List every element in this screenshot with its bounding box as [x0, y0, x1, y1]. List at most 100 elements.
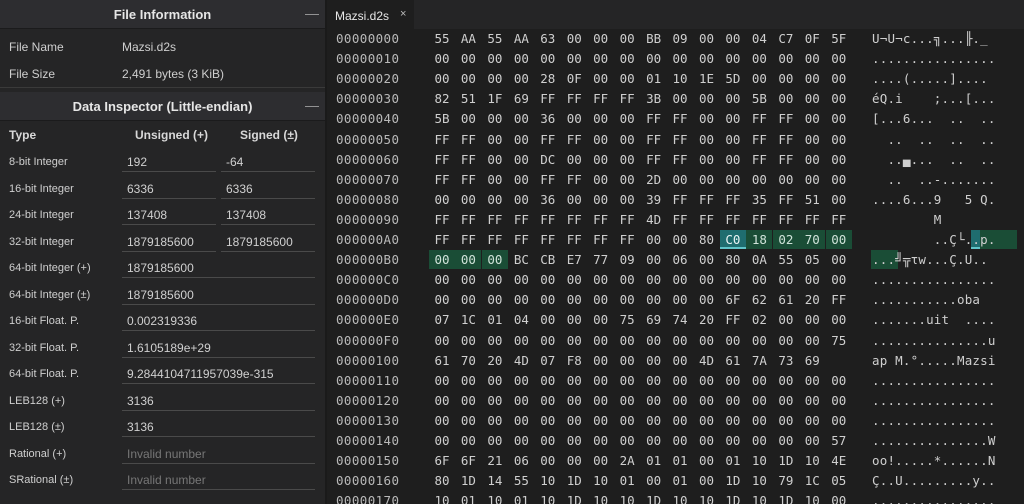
hex-byte[interactable]: 00: [535, 331, 561, 350]
hex-byte[interactable]: 00: [429, 391, 455, 410]
hex-byte[interactable]: FF: [641, 130, 667, 149]
hex-byte[interactable]: 00: [667, 391, 693, 410]
hex-byte[interactable]: 04: [508, 310, 534, 329]
hex-byte[interactable]: 00: [799, 310, 825, 329]
hex-byte[interactable]: BB: [641, 29, 667, 48]
hex-byte[interactable]: 10: [667, 69, 693, 88]
hex-byte[interactable]: 00: [641, 331, 667, 350]
hex-byte[interactable]: 00: [720, 130, 746, 149]
hex-byte[interactable]: 69: [799, 351, 825, 370]
hex-byte[interactable]: 00: [746, 69, 772, 88]
hex-byte[interactable]: 4D: [641, 210, 667, 229]
hex-byte[interactable]: FF: [561, 230, 587, 249]
hex-byte[interactable]: 20: [694, 310, 720, 329]
hex-byte[interactable]: DC: [535, 150, 561, 169]
hex-byte[interactable]: 00: [773, 89, 799, 108]
hex-byte[interactable]: 00: [482, 270, 508, 289]
hex-byte[interactable]: 00: [720, 89, 746, 108]
hex-byte[interactable]: 1D: [720, 471, 746, 490]
hex-byte[interactable]: 00: [667, 170, 693, 189]
hex-byte[interactable]: 00: [482, 109, 508, 128]
ascii-text[interactable]: ...╝╦τw...Ç.U..: [872, 252, 1020, 267]
hex-byte[interactable]: 00: [429, 411, 455, 430]
hex-byte[interactable]: 00: [746, 331, 772, 350]
ascii-text[interactable]: .. ..-.......: [872, 172, 1020, 187]
hex-byte[interactable]: 77: [588, 250, 614, 269]
hex-byte[interactable]: 21: [482, 451, 508, 470]
hex-byte[interactable]: 00: [826, 491, 852, 504]
hex-byte[interactable]: 00: [561, 290, 587, 309]
hex-byte[interactable]: 00: [455, 270, 481, 289]
hex-byte[interactable]: 09: [667, 29, 693, 48]
ascii-text[interactable]: ................: [872, 373, 1020, 388]
hex-byte[interactable]: 00: [720, 371, 746, 390]
hex-byte[interactable]: FF: [746, 130, 772, 149]
hex-byte[interactable]: 5F: [826, 29, 852, 48]
inspector-unsigned-field[interactable]: 0.002319336: [122, 309, 315, 331]
hex-byte[interactable]: 00: [614, 431, 640, 450]
hex-byte[interactable]: 00: [561, 331, 587, 350]
hex-byte[interactable]: 00: [588, 270, 614, 289]
hex-byte[interactable]: 00: [667, 331, 693, 350]
hex-byte[interactable]: 00: [508, 49, 534, 68]
inspector-signed-field[interactable]: -64: [221, 150, 315, 172]
hex-byte[interactable]: 1D: [641, 491, 667, 504]
hex-byte[interactable]: 00: [561, 310, 587, 329]
hex-byte[interactable]: 0F: [799, 29, 825, 48]
hex-byte[interactable]: 51: [455, 89, 481, 108]
inspector-signed-field[interactable]: 1879185600: [221, 230, 315, 252]
hex-byte[interactable]: 00: [773, 49, 799, 68]
hex-byte[interactable]: 00: [667, 270, 693, 289]
hex-byte[interactable]: 00: [773, 431, 799, 450]
hex-byte[interactable]: 70: [799, 230, 826, 249]
hex-byte[interactable]: 00: [667, 89, 693, 108]
hex-byte[interactable]: 00: [720, 49, 746, 68]
hex-byte[interactable]: 00: [535, 371, 561, 390]
hex-byte[interactable]: 1F: [482, 89, 508, 108]
hex-byte[interactable]: 79: [773, 471, 799, 490]
hex-byte[interactable]: FF: [588, 89, 614, 108]
hex-byte[interactable]: 00: [746, 170, 772, 189]
hex-byte[interactable]: 05: [799, 250, 825, 269]
hex-byte[interactable]: FF: [455, 170, 481, 189]
hex-byte[interactable]: 00: [694, 49, 720, 68]
hex-byte[interactable]: 00: [826, 270, 852, 289]
hex-byte[interactable]: 00: [799, 270, 825, 289]
inspector-unsigned-field[interactable]: 1.6105189e+29: [122, 336, 315, 358]
hex-byte[interactable]: 02: [746, 310, 772, 329]
hex-byte[interactable]: FF: [641, 109, 667, 128]
hex-byte[interactable]: 00: [720, 431, 746, 450]
hex-byte[interactable]: 00: [799, 391, 825, 410]
hex-byte[interactable]: 00: [694, 170, 720, 189]
hex-byte[interactable]: FF: [720, 190, 746, 209]
hex-byte[interactable]: FF: [588, 210, 614, 229]
inspector-unsigned-field[interactable]: 3136: [122, 389, 315, 411]
ascii-text[interactable]: ................: [872, 413, 1020, 428]
ascii-text[interactable]: éQ.i ;...[...: [872, 91, 1020, 106]
hex-byte[interactable]: 00: [482, 69, 508, 88]
hex-byte[interactable]: 00: [429, 49, 455, 68]
hex-byte[interactable]: 00: [720, 150, 746, 169]
hex-byte[interactable]: 00: [535, 451, 561, 470]
hex-byte[interactable]: 00: [746, 371, 772, 390]
hex-byte[interactable]: FF: [429, 230, 455, 249]
hex-byte[interactable]: 00: [455, 250, 482, 270]
hex-byte[interactable]: 00: [694, 431, 720, 450]
hex-byte[interactable]: 4E: [826, 451, 852, 470]
hex-byte[interactable]: 00: [535, 49, 561, 68]
hex-byte[interactable]: 00: [746, 391, 772, 410]
hex-byte[interactable]: 00: [694, 109, 720, 128]
hex-byte[interactable]: 00: [667, 290, 693, 309]
hex-byte[interactable]: 00: [614, 190, 640, 209]
hex-byte[interactable]: 00: [641, 230, 667, 249]
hex-byte[interactable]: FF: [773, 190, 799, 209]
hex-byte[interactable]: 10: [746, 471, 772, 490]
inspector-unsigned-field[interactable]: 9.2844104711957039e-315: [122, 362, 315, 384]
hex-byte[interactable]: 00: [667, 431, 693, 450]
hex-byte[interactable]: 00: [746, 411, 772, 430]
hex-byte[interactable]: 00: [588, 290, 614, 309]
inspector-unsigned-field[interactable]: 192: [122, 150, 216, 172]
hex-byte[interactable]: 20: [799, 290, 825, 309]
hex-byte[interactable]: 00: [588, 451, 614, 470]
hex-byte[interactable]: 00: [694, 411, 720, 430]
